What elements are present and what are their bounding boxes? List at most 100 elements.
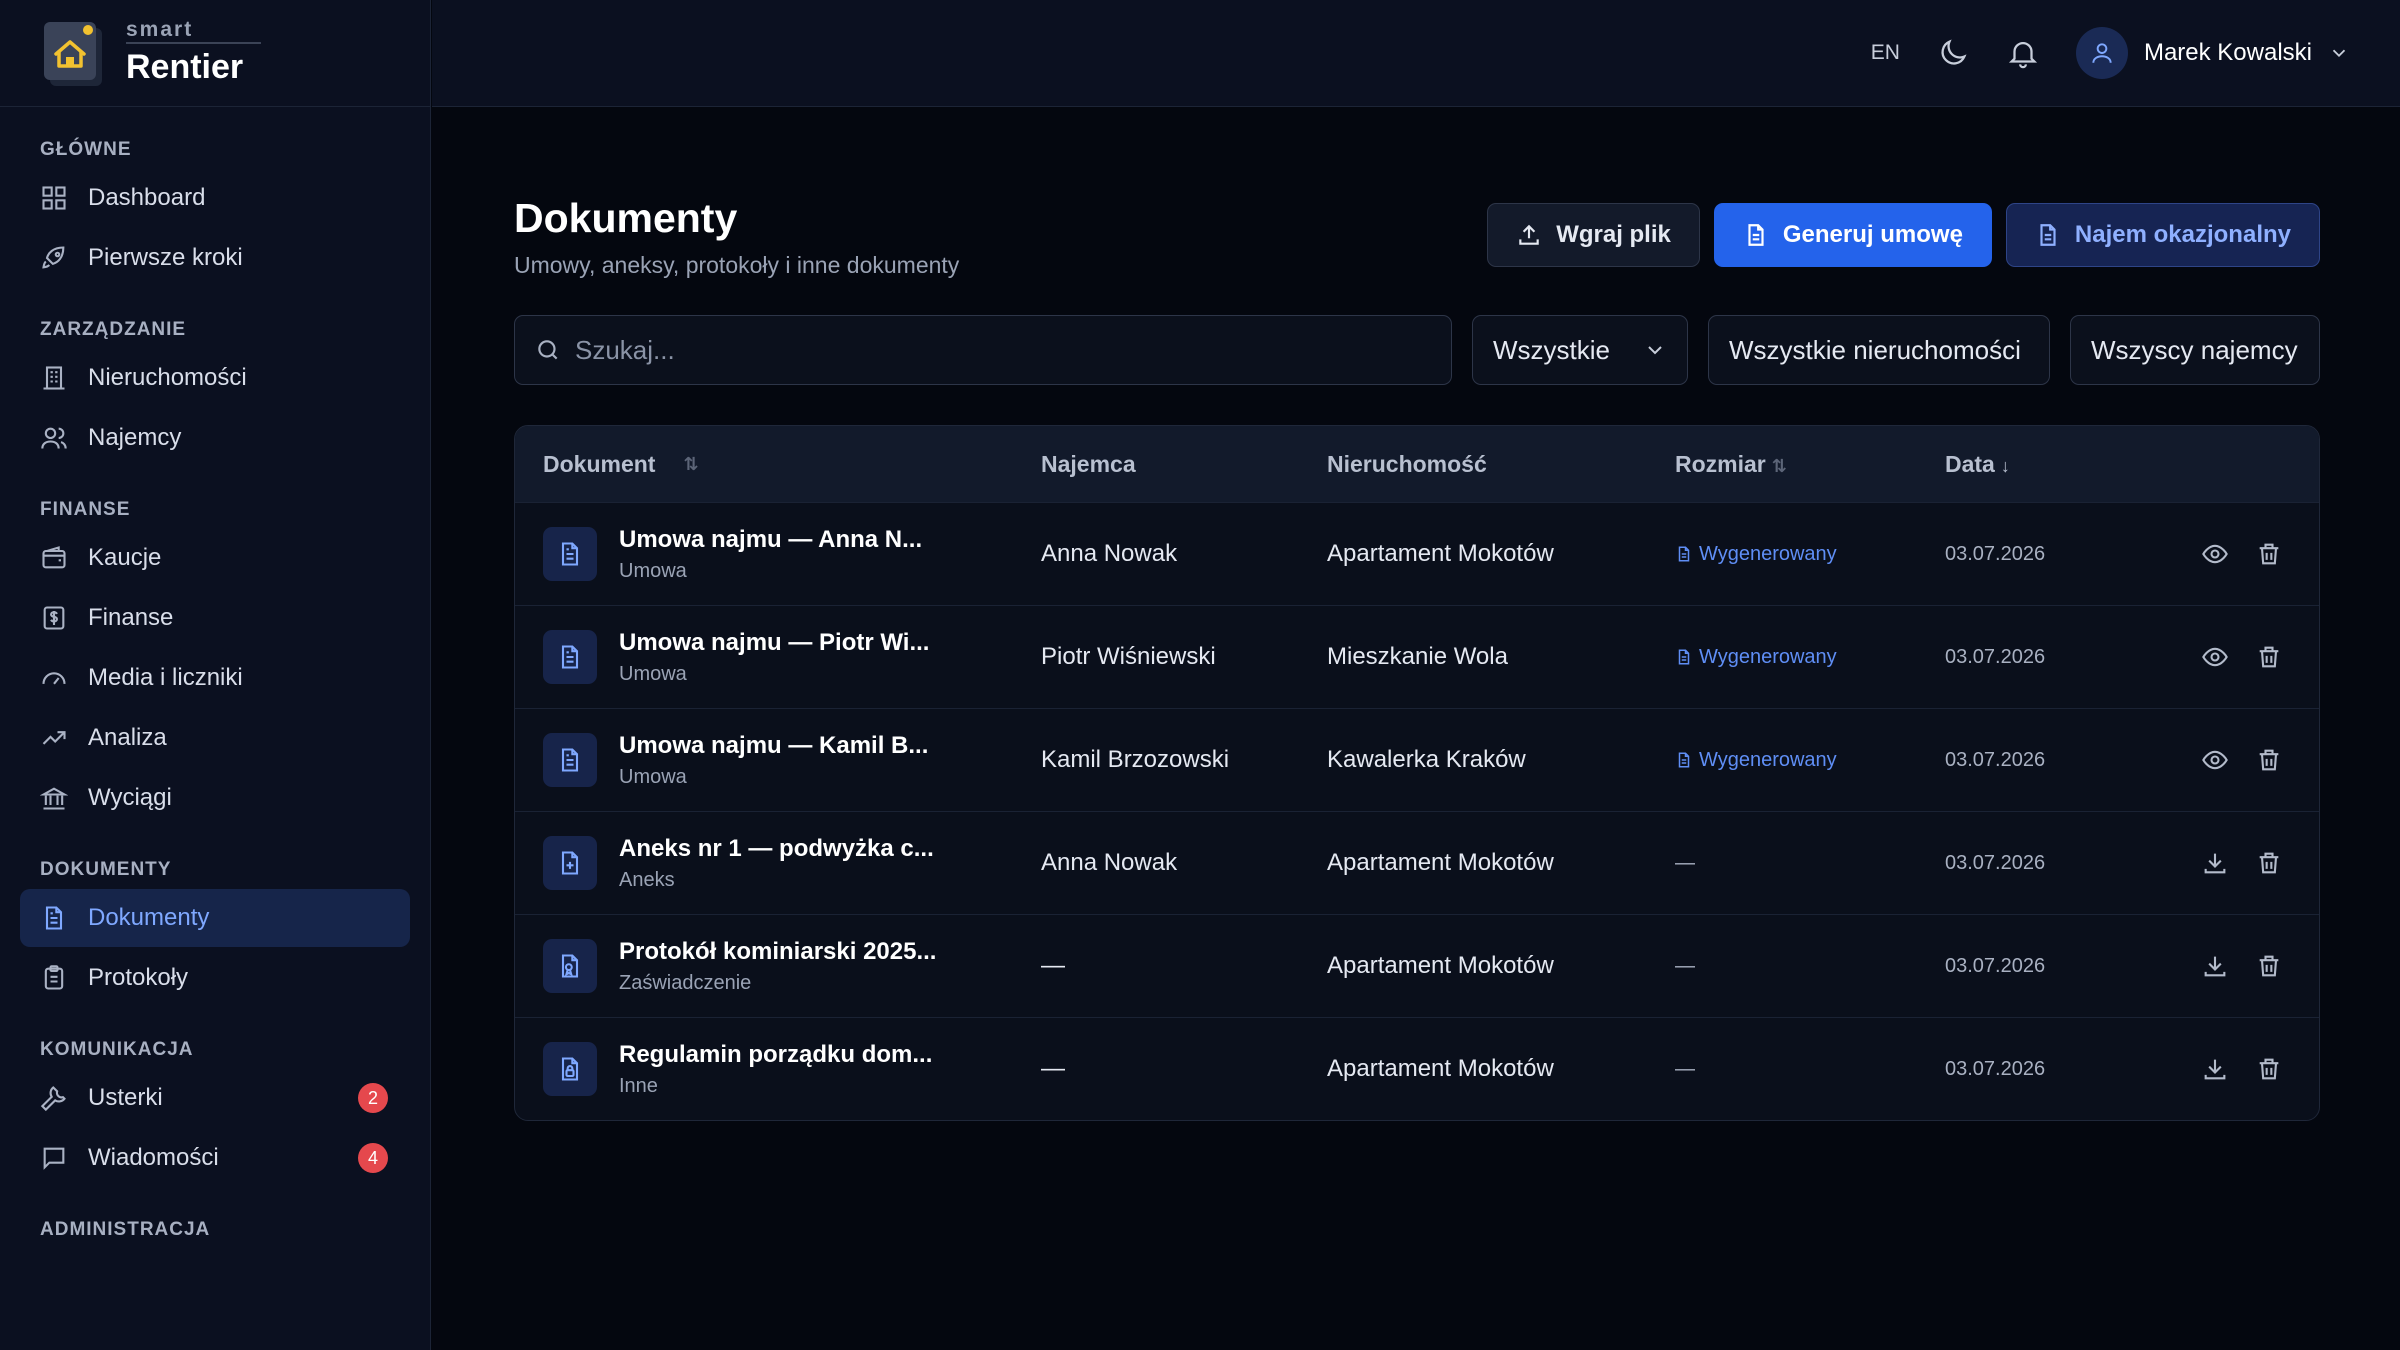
property-cell: Apartament Mokotów	[1327, 540, 1554, 567]
nav-section-dokumenty: DOKUMENTY Dokumenty Protokoły	[0, 859, 430, 1007]
size-value: —	[1675, 954, 1695, 977]
sidebar-item-label: Dokumenty	[88, 904, 210, 931]
size-cell: Wygenerowany	[1675, 749, 1945, 772]
property-cell: Apartament Mokotów	[1327, 1055, 1554, 1082]
sidebar-item-finanse[interactable]: Finanse	[20, 589, 410, 647]
page-title: Dokumenty	[514, 195, 738, 241]
sidebar-item-label: Nieruchomości	[88, 364, 247, 391]
document-icon	[1675, 648, 1693, 666]
eye-icon[interactable]	[2201, 643, 2229, 671]
tenant-cell: Anna Nowak	[1041, 849, 1178, 876]
sidebar-item-nieruchomosci[interactable]: Nieruchomości	[20, 349, 410, 407]
sidebar-item-wyciagi[interactable]: Wyciągi	[20, 769, 410, 827]
download-icon[interactable]	[2201, 849, 2229, 877]
documents-table: Dokument ⇅ Najemca Nieruchomość Rozmiar ⇅ …	[514, 425, 2320, 1121]
eye-icon[interactable]	[2201, 540, 2229, 568]
sidebar-item-label: Wiadomości	[88, 1144, 219, 1171]
document-title: Aneks nr 1 — podwyżka c...	[619, 834, 934, 862]
sidebar-item-pierwsze-kroki[interactable]: Pierwsze kroki	[20, 229, 410, 287]
page-header: Dokumenty Umowy, aneksy, protokoły i inn…	[514, 195, 2320, 279]
upload-file-button[interactable]: Wgraj plik	[1487, 203, 1700, 267]
file-plus-icon	[543, 836, 597, 890]
column-size[interactable]: Rozmiar ⇅	[1675, 451, 1945, 478]
table-row[interactable]: Umowa najmu — Piotr Wi... Umowa Piotr Wi…	[515, 605, 2319, 708]
page-subtitle: Umowy, aneksy, protokoły i inne dokument…	[514, 252, 960, 278]
nav-section-glowne: GŁÓWNE Dashboard Pierwsze kroki	[0, 139, 430, 287]
table-row[interactable]: Umowa najmu — Kamil B... Umowa Kamil Brz…	[515, 708, 2319, 811]
sidebar-item-label: Pierwsze kroki	[88, 244, 243, 271]
sidebar-item-analiza[interactable]: Analiza	[20, 709, 410, 767]
sidebar-item-media[interactable]: Media i liczniki	[20, 649, 410, 707]
search-input[interactable]	[575, 334, 1435, 366]
tenant-filter-select[interactable]: Wszyscy najemcy	[2070, 315, 2320, 385]
sort-desc-icon: ↓	[2000, 455, 2010, 476]
table-row[interactable]: Aneks nr 1 — podwyżka c... Aneks Anna No…	[515, 811, 2319, 914]
tenant-cell: —	[1041, 952, 1065, 979]
sidebar-item-najemcy[interactable]: Najemcy	[20, 409, 410, 467]
type-filter-select[interactable]: Wszystkie	[1472, 315, 1688, 385]
language-switch[interactable]: EN	[1871, 41, 1900, 65]
download-icon[interactable]	[2201, 952, 2229, 980]
property-cell: Kawalerka Kraków	[1327, 746, 1526, 773]
occasional-lease-button[interactable]: Najem okazjonalny	[2005, 203, 2320, 267]
sidebar-item-label: Analiza	[88, 724, 167, 751]
nav-section-finanse: FINANSE Kaucje Finanse Media i liczniki …	[0, 499, 430, 827]
trend-icon	[40, 724, 68, 752]
nav-section-title: ZARZĄDZANIE	[40, 319, 187, 340]
column-label: Rozmiar	[1675, 450, 1766, 477]
size-cell: Wygenerowany	[1675, 543, 1945, 566]
column-date[interactable]: Data ↓	[1945, 451, 2175, 478]
bell-icon[interactable]	[2006, 36, 2040, 70]
brand-small: smart	[126, 17, 194, 41]
brand-divider	[126, 41, 261, 44]
table-header: Dokument ⇅ Najemca Nieruchomość Rozmiar ⇅ …	[515, 426, 2319, 502]
building-icon	[40, 364, 68, 392]
moon-icon[interactable]	[1936, 36, 1970, 70]
trash-icon[interactable]	[2255, 540, 2283, 568]
property-filter-value: Wszystkie nieruchomości	[1729, 334, 2021, 365]
column-property: Nieruchomość	[1327, 451, 1675, 478]
tenant-cell: Piotr Wiśniewski	[1041, 643, 1216, 670]
table-row[interactable]: Umowa najmu — Anna N... Umowa Anna Nowak…	[515, 502, 2319, 605]
property-filter-select[interactable]: Wszystkie nieruchomości	[1708, 315, 2050, 385]
document-icon	[1675, 545, 1693, 563]
sidebar-item-dokumenty[interactable]: Dokumenty	[20, 889, 410, 947]
wrench-icon	[40, 1084, 68, 1112]
nav-section-zarzadzanie: ZARZĄDZANIE Nieruchomości Najemcy	[0, 319, 430, 467]
house-logo-icon	[42, 18, 104, 88]
generate-contract-button[interactable]: Generuj umowę	[1713, 203, 1992, 267]
brand-name: Rentier	[126, 47, 244, 86]
tenant-cell: —	[1041, 1055, 1065, 1082]
user-menu[interactable]: Marek Kowalski	[2075, 27, 2350, 79]
main-content: Dokumenty Umowy, aneksy, protokoły i inn…	[514, 107, 2320, 1121]
column-document[interactable]: Dokument ⇅	[515, 451, 1041, 478]
sidebar-item-wiadomosci[interactable]: Wiadomości 4	[20, 1129, 410, 1187]
document-type: Inne	[619, 1074, 658, 1097]
sidebar-item-label: Protokoły	[88, 964, 189, 991]
sidebar-item-label: Wyciągi	[88, 784, 172, 811]
document-type: Umowa	[619, 559, 687, 582]
download-icon[interactable]	[2201, 1055, 2229, 1083]
table-row[interactable]: Protokół kominiarski 2025... Zaświadczen…	[515, 914, 2319, 1017]
trash-icon[interactable]	[2255, 746, 2283, 774]
trash-icon[interactable]	[2255, 643, 2283, 671]
notification-badge: 4	[358, 1143, 388, 1173]
sidebar: smart Rentier GŁÓWNE Dashboard Pierwsze …	[0, 0, 431, 1350]
document-title: Protokół kominiarski 2025...	[619, 937, 937, 965]
sidebar-item-dashboard[interactable]: Dashboard	[20, 169, 410, 227]
sidebar-item-usterki[interactable]: Usterki 2	[20, 1069, 410, 1127]
trash-icon[interactable]	[2255, 849, 2283, 877]
sidebar-item-kaucje[interactable]: Kaucje	[20, 529, 410, 587]
rocket-icon	[40, 244, 68, 272]
document-title: Umowa najmu — Kamil B...	[619, 731, 929, 759]
trash-icon[interactable]	[2255, 952, 2283, 980]
eye-icon[interactable]	[2201, 746, 2229, 774]
document-title: Regulamin porządku dom...	[619, 1040, 933, 1068]
notification-badge: 2	[358, 1083, 388, 1113]
trash-icon[interactable]	[2255, 1055, 2283, 1083]
gauge-icon	[40, 664, 68, 692]
generated-badge: Wygenerowany	[1675, 543, 1945, 566]
logo[interactable]: smart Rentier	[0, 0, 430, 107]
sidebar-item-protokoly[interactable]: Protokoły	[20, 949, 410, 1007]
table-row[interactable]: Regulamin porządku dom... Inne — Apartam…	[515, 1017, 2319, 1120]
